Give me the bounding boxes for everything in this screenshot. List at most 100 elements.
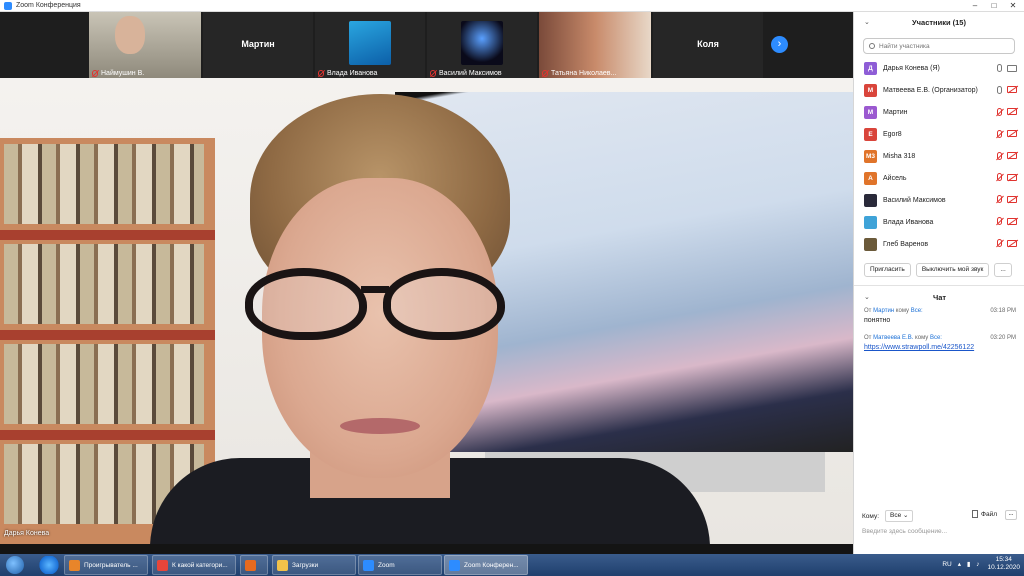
- participant-name: Глеб Варенов: [883, 240, 929, 248]
- chat-recipient[interactable]: Все:: [930, 335, 942, 341]
- participant-name: Misha 318: [883, 153, 916, 160]
- participant-name: Василий Максимов: [883, 196, 946, 204]
- participants-title: Участники (15): [912, 17, 966, 27]
- avatar-image: [461, 21, 503, 65]
- chat-more-button[interactable]: ...: [1005, 510, 1017, 520]
- mic-muted-icon: [997, 151, 1002, 160]
- app-icon: [277, 559, 288, 571]
- chat-sender[interactable]: Матвеева Е.В.: [873, 335, 913, 341]
- app-icon: [157, 559, 168, 571]
- zoom-app-icon: [4, 1, 12, 10]
- participant-row[interactable]: М Матвеева Е.В. (Организатор): [854, 80, 1024, 102]
- avatar: E: [864, 128, 877, 142]
- mic-muted-icon: [430, 70, 436, 77]
- clock[interactable]: 15:34 10.12.2020: [987, 556, 1020, 572]
- chat-sender[interactable]: Мартин: [873, 308, 894, 314]
- participant-row[interactable]: А Айсель: [854, 167, 1024, 189]
- participant-row[interactable]: E Egor8: [854, 124, 1024, 146]
- invite-button[interactable]: Пригласить: [864, 263, 911, 277]
- thumbnail-name: Татьяна Николаев...: [551, 70, 617, 77]
- video-thumbnail[interactable]: Влада Иванова: [315, 12, 425, 78]
- thumbnail-name: Василий Максимов: [439, 70, 502, 77]
- mic-muted-icon: [997, 239, 1002, 248]
- camera-icon: [1007, 64, 1017, 72]
- app-icon: [363, 559, 374, 571]
- recipient-select-value: Все: [890, 512, 902, 519]
- participant-row[interactable]: Влада Иванова: [854, 211, 1024, 233]
- mic-muted-icon: [997, 173, 1002, 182]
- divider: [854, 285, 1024, 286]
- chat-time: 03:20 PM: [990, 335, 1016, 341]
- taskbar-button-label: Загрузки: [292, 561, 319, 569]
- taskbar-button[interactable]: [240, 555, 268, 575]
- file-button[interactable]: Файл: [972, 510, 997, 518]
- mic-icon: [997, 64, 1002, 72]
- video-thumbnail[interactable]: Наймушин В.: [89, 12, 201, 78]
- active-speaker-video: [0, 78, 853, 544]
- taskbar-button[interactable]: Zoom Конферен...: [444, 555, 528, 575]
- camera-off-icon: [1007, 217, 1017, 225]
- taskbar-button[interactable]: Проигрыватель ...: [64, 555, 148, 575]
- mic-muted-icon: [997, 217, 1002, 226]
- video-thumbnail[interactable]: Коля: [653, 12, 763, 78]
- internet-explorer-icon[interactable]: [36, 556, 62, 574]
- video-thumbnail[interactable]: Василий Максимов: [427, 12, 537, 78]
- mic-muted-icon: [997, 107, 1002, 116]
- webcam-image: [539, 12, 651, 78]
- mic-muted-icon: [997, 129, 1002, 138]
- video-thumbnail[interactable]: Мартин: [203, 12, 313, 78]
- avatar: [864, 215, 877, 229]
- chat-message-link[interactable]: https://www.strawpoll.me/42256122: [864, 344, 1016, 351]
- recipient-select[interactable]: Все ⌄: [885, 510, 914, 522]
- participant-row[interactable]: М Мартин: [854, 102, 1024, 124]
- chat-footer: Кому: Все ⌄ Файл ... Введите здесь сообщ…: [854, 508, 1024, 539]
- taskbar-button[interactable]: Загрузки: [272, 555, 356, 575]
- participant-status: [997, 173, 1017, 182]
- participant-search-input[interactable]: [879, 42, 1009, 50]
- avatar: М: [864, 84, 877, 98]
- chat-message: От Матвеева Е.В. кому Все: 03:20 PM http…: [864, 335, 1016, 351]
- video-thumbnail[interactable]: Татьяна Николаев...: [539, 12, 651, 78]
- active-speaker-name: Дарья Конева: [4, 530, 50, 537]
- participant-name: Egor8: [883, 131, 902, 139]
- camera-off-icon: [1007, 195, 1017, 203]
- next-page-arrow-icon[interactable]: ›: [771, 36, 788, 53]
- participant-status: [997, 107, 1017, 116]
- avatar: [864, 237, 877, 251]
- participant-row[interactable]: Д Дарья Конева (Я): [854, 58, 1024, 80]
- maximize-button[interactable]: □: [985, 0, 1003, 12]
- participant-search[interactable]: [863, 38, 1015, 54]
- more-options-button[interactable]: ...: [994, 263, 1012, 277]
- mic-muted-icon: [318, 70, 324, 77]
- window-title-bar: Zoom Конференция – □ ✕: [0, 0, 1024, 12]
- thumbnail-name-tag: Наймушин В.: [92, 70, 144, 77]
- participant-row[interactable]: Василий Максимов: [854, 189, 1024, 211]
- avatar: А: [864, 171, 877, 185]
- tray-icons[interactable]: ▴ ▮ ♪: [958, 560, 982, 568]
- taskbar-button[interactable]: К какой категори...: [152, 555, 236, 575]
- webcam-image: [89, 12, 201, 78]
- language-indicator[interactable]: RU: [942, 561, 951, 568]
- minimize-button[interactable]: –: [966, 0, 984, 12]
- thumbnail-name: Влада Иванова: [327, 70, 378, 77]
- mic-muted-icon: [542, 70, 548, 77]
- start-button-icon[interactable]: [6, 556, 24, 574]
- speaker-glasses: [245, 268, 505, 342]
- mute-me-button[interactable]: Выключить мой звук: [915, 263, 990, 277]
- participant-row[interactable]: Глеб Варенов: [854, 233, 1024, 255]
- chat-time: 03:18 PM: [990, 308, 1016, 314]
- participant-row[interactable]: M3 Misha 318: [854, 146, 1024, 168]
- chevron-down-icon[interactable]: ⌄: [864, 293, 870, 301]
- thumbnail-center-name: Мартин: [241, 39, 275, 49]
- file-label: Файл: [981, 510, 997, 518]
- close-button[interactable]: ✕: [1004, 0, 1022, 12]
- mic-icon: [997, 85, 1002, 94]
- taskbar-button[interactable]: Zoom: [358, 555, 442, 575]
- chevron-down-icon[interactable]: ⌄: [864, 18, 870, 26]
- chat-message-input[interactable]: Введите здесь сообщение...: [862, 528, 1017, 535]
- mic-muted-icon: [92, 70, 98, 77]
- participant-status: [997, 217, 1017, 226]
- participant-status: [997, 195, 1017, 204]
- chat-recipient[interactable]: Все:: [911, 308, 923, 314]
- camera-off-icon: [1007, 152, 1017, 160]
